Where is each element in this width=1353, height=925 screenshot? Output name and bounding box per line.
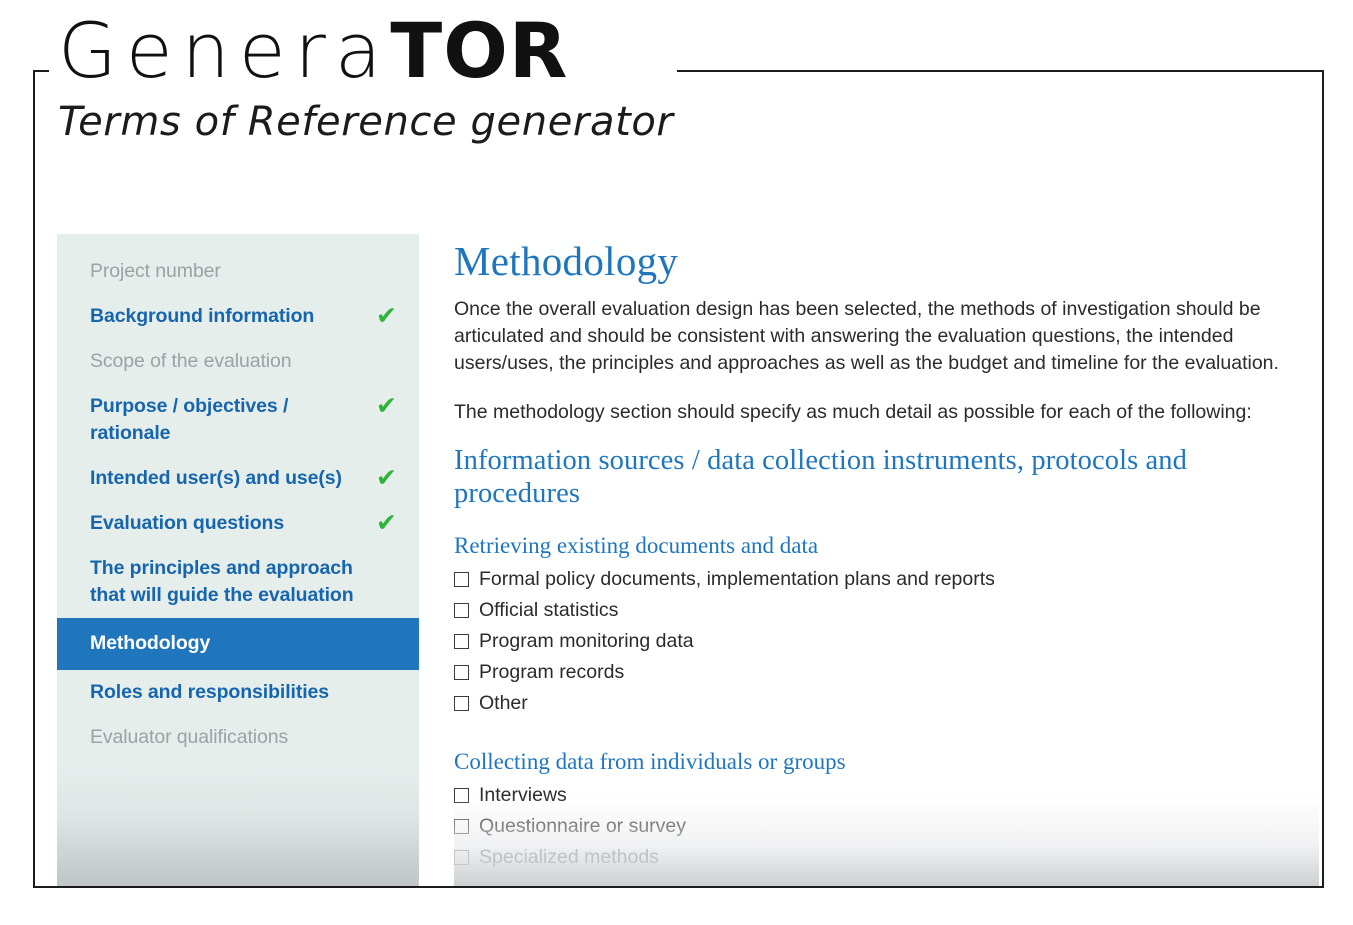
main-content-panel: Methodology Once the overall evaluation … <box>454 234 1319 886</box>
sidebar-item-background-information[interactable]: Background information ✔ <box>57 294 419 339</box>
app-logo-wordmark-light: Genera <box>58 6 391 95</box>
section-navigation-sidebar[interactable]: Project number Background information ✔ … <box>57 234 419 886</box>
sidebar-item-label: Purpose / objectives / rationale <box>90 395 289 444</box>
checkbox-group-retrieving-existing-documents: Formal policy documents, implementation … <box>454 567 1319 716</box>
sidebar-scroll-fade <box>57 766 419 886</box>
app-logo-wordmark: GeneraTOR <box>58 8 698 94</box>
sidebar-item-label: The principles and approach that will gu… <box>90 557 354 606</box>
app-logo-wordmark-bold: TOR <box>390 6 569 95</box>
checkmark-icon: ✔ <box>376 464 397 492</box>
section-heading-information-sources: Information sources / data collection in… <box>454 445 1187 509</box>
checkbox-unchecked-icon[interactable] <box>454 788 469 803</box>
checkmark-icon: ✔ <box>376 392 397 420</box>
sidebar-item-label: Background information <box>90 305 315 327</box>
checkbox-label: Interviews <box>479 784 567 806</box>
checkbox-label: Program monitoring data <box>479 630 694 652</box>
checkbox-row[interactable]: Other <box>454 691 1319 716</box>
frame-top-rule <box>677 70 1324 72</box>
sidebar-item-intended-users-and-uses[interactable]: Intended user(s) and use(s) ✔ <box>57 456 419 501</box>
app-logo: GeneraTOR Terms of Reference generator <box>58 8 698 146</box>
checkmark-icon: ✔ <box>376 509 397 537</box>
checkbox-unchecked-icon[interactable] <box>454 603 469 618</box>
checkbox-label: Other <box>479 692 528 714</box>
sidebar-item-principles-and-approach[interactable]: The principles and approach that will gu… <box>57 546 419 618</box>
frame-bottom-rule <box>33 886 1324 888</box>
frame-left-rule <box>33 70 35 888</box>
checkbox-label: Questionnaire or survey <box>479 815 687 837</box>
subheading-retrieving-existing-documents: Retrieving existing documents and data <box>454 533 819 558</box>
intro-paragraph-1: Once the overall evaluation design has b… <box>454 298 1279 374</box>
checkbox-label: Formal policy documents, implementation … <box>479 568 995 590</box>
app-tagline: Terms of Reference generator <box>58 99 674 145</box>
page-title: Methodology <box>454 238 679 284</box>
sidebar-item-label: Evaluator qualifications <box>90 726 289 748</box>
sidebar-item-evaluator-qualifications[interactable]: Evaluator qualifications <box>57 715 419 760</box>
frame-right-rule <box>1322 70 1324 888</box>
sidebar-item-project-number[interactable]: Project number <box>57 234 419 294</box>
sidebar-item-roles-and-responsibilities[interactable]: Roles and responsibilities <box>57 670 419 715</box>
sidebar-item-label: Roles and responsibilities <box>90 681 330 703</box>
checkbox-unchecked-icon[interactable] <box>454 819 469 834</box>
checkbox-row[interactable]: Specialized methods <box>454 845 1319 870</box>
sidebar-item-label: Scope of the evaluation <box>90 350 292 372</box>
sidebar-item-label: Intended user(s) and use(s) <box>90 467 342 489</box>
checkbox-row[interactable]: Program monitoring data <box>454 629 1319 654</box>
checkbox-label: Specialized methods <box>479 846 659 868</box>
subheading-collecting-data-from-individuals: Collecting data from individuals or grou… <box>454 749 846 774</box>
checkbox-row[interactable]: Official statistics <box>454 598 1319 623</box>
sidebar-item-label: Evaluation questions <box>90 512 285 534</box>
checkbox-unchecked-icon[interactable] <box>454 572 469 587</box>
checkbox-unchecked-icon[interactable] <box>454 850 469 865</box>
intro-paragraph-2: The methodology section should specify a… <box>454 401 1252 423</box>
checkbox-row[interactable]: Formal policy documents, implementation … <box>454 567 1319 592</box>
sidebar-item-scope-of-the-evaluation[interactable]: Scope of the evaluation <box>57 339 419 384</box>
checkbox-label: Official statistics <box>479 599 619 621</box>
sidebar-item-evaluation-questions[interactable]: Evaluation questions ✔ <box>57 501 419 546</box>
checkbox-unchecked-icon[interactable] <box>454 696 469 711</box>
checkbox-label: Program records <box>479 661 625 683</box>
checkbox-row[interactable]: Questionnaire or survey <box>454 814 1319 839</box>
checkbox-unchecked-icon[interactable] <box>454 665 469 680</box>
checkbox-row[interactable]: Program records <box>454 660 1319 685</box>
checkbox-row[interactable]: Interviews <box>454 783 1319 808</box>
sidebar-item-methodology[interactable]: Methodology <box>57 618 419 670</box>
sidebar-item-label: Project number <box>90 260 221 282</box>
frame-top-stub <box>33 70 49 72</box>
checkbox-unchecked-icon[interactable] <box>454 634 469 649</box>
workspace: Project number Background information ✔ … <box>57 234 1319 886</box>
checkmark-icon: ✔ <box>376 302 397 330</box>
checkbox-group-collecting-data: Interviews Questionnaire or survey Speci… <box>454 783 1319 870</box>
sidebar-item-label: Methodology <box>90 632 211 654</box>
sidebar-item-purpose-objectives-rationale[interactable]: Purpose / objectives / rationale ✔ <box>57 384 419 456</box>
